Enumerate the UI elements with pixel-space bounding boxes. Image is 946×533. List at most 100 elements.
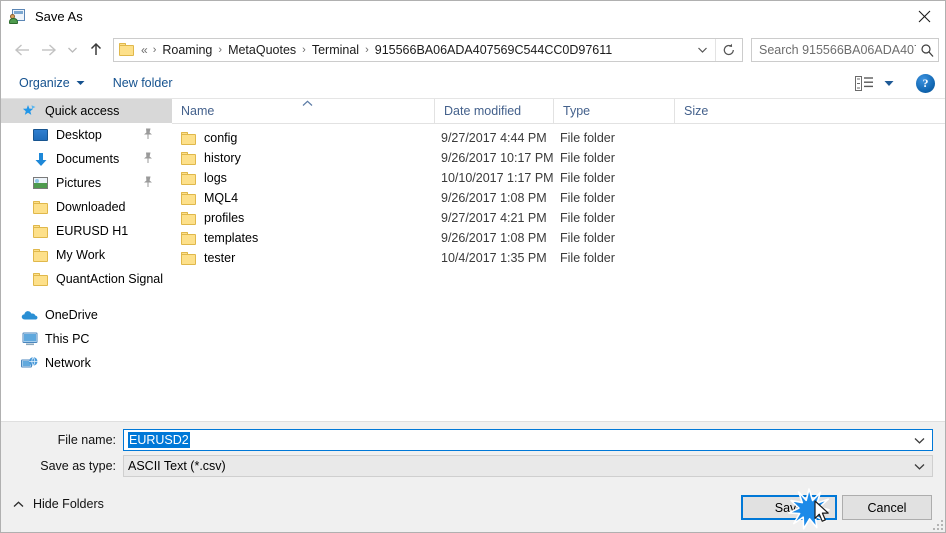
folder-icon bbox=[181, 231, 197, 245]
search-icon[interactable] bbox=[916, 43, 938, 57]
save-as-type-select[interactable]: ASCII Text (*.csv) bbox=[123, 455, 933, 477]
chevron-down-icon[interactable] bbox=[689, 46, 715, 54]
pin-icon[interactable] bbox=[143, 128, 153, 143]
forward-arrow-icon[interactable] bbox=[35, 37, 61, 63]
file-name-label: tester bbox=[204, 251, 236, 265]
address-bar[interactable]: « › Roaming › MetaQuotes › Terminal › 91… bbox=[113, 37, 743, 62]
breadcrumb-separator: › bbox=[152, 43, 157, 56]
table-row[interactable]: logs 10/10/2017 1:17 PM File folder bbox=[172, 168, 945, 188]
refresh-icon[interactable] bbox=[715, 38, 742, 61]
breadcrumb-item-current[interactable]: 915566BA06ADA407569C544CC0D97611 bbox=[375, 43, 612, 57]
table-row[interactable]: history 9/26/2017 10:17 PM File folder bbox=[172, 148, 945, 168]
sidebar-item-label: Desktop bbox=[56, 128, 102, 142]
file-name-label: history bbox=[204, 151, 241, 165]
save-button-label: Save bbox=[774, 500, 804, 515]
up-arrow-icon[interactable] bbox=[83, 37, 109, 63]
folder-icon bbox=[181, 151, 197, 165]
file-type-cell: File folder bbox=[560, 151, 615, 165]
file-date-cell: 9/27/2017 4:44 PM bbox=[441, 131, 547, 145]
table-row[interactable]: config 9/27/2017 4:44 PM File folder bbox=[172, 128, 945, 148]
sidebar-item-onedrive[interactable]: OneDrive bbox=[1, 303, 172, 327]
sidebar-item-documents[interactable]: Documents bbox=[1, 147, 172, 171]
breadcrumb-item-roaming[interactable]: Roaming bbox=[162, 43, 212, 57]
chevron-down-icon[interactable] bbox=[914, 463, 925, 470]
column-header-name[interactable]: Name bbox=[172, 99, 434, 123]
star-pin-icon bbox=[21, 103, 38, 119]
file-name-cell: logs bbox=[181, 171, 227, 185]
folder-icon bbox=[181, 251, 197, 265]
help-label: ? bbox=[922, 75, 929, 90]
cancel-button[interactable]: Cancel bbox=[842, 495, 932, 520]
chevron-down-icon[interactable] bbox=[914, 437, 925, 444]
table-row[interactable]: profiles 9/27/2017 4:21 PM File folder bbox=[172, 208, 945, 228]
table-row[interactable]: tester 10/4/2017 1:35 PM File folder bbox=[172, 248, 945, 268]
search-input[interactable]: Search 915566BA06ADA40756... bbox=[751, 37, 939, 62]
file-name-label: File name: bbox=[57, 433, 116, 447]
file-date-cell: 9/26/2017 10:17 PM bbox=[441, 151, 554, 165]
sidebar-item-quantaction-signal[interactable]: QuantAction Signal bbox=[1, 267, 172, 291]
folder-icon bbox=[181, 171, 197, 185]
sidebar-item-network[interactable]: Network bbox=[1, 351, 172, 375]
sidebar-item-label: Network bbox=[45, 356, 91, 370]
column-header-label: Size bbox=[684, 104, 709, 118]
file-name-cell: profiles bbox=[181, 211, 244, 225]
sort-ascending-icon bbox=[302, 96, 313, 110]
file-date-cell: 9/26/2017 1:08 PM bbox=[441, 191, 547, 205]
sidebar-item-this-pc[interactable]: This PC bbox=[1, 327, 172, 351]
folder-icon bbox=[32, 247, 49, 263]
breadcrumb-overflow[interactable]: « bbox=[141, 43, 148, 57]
caret-up-icon bbox=[13, 500, 24, 508]
file-date-cell: 9/26/2017 1:08 PM bbox=[441, 231, 547, 245]
help-icon[interactable]: ? bbox=[916, 73, 935, 93]
documents-icon bbox=[32, 151, 49, 167]
sidebar-item-label: Quick access bbox=[45, 104, 120, 118]
sidebar-item-desktop[interactable]: Desktop bbox=[1, 123, 172, 147]
save-button[interactable]: Save bbox=[741, 495, 837, 520]
column-header-size[interactable]: Size bbox=[674, 99, 753, 123]
folder-icon bbox=[181, 191, 197, 205]
new-folder-button[interactable]: New folder bbox=[106, 71, 180, 95]
resize-grip-icon[interactable] bbox=[931, 518, 943, 530]
sidebar-item-label: My Work bbox=[56, 248, 106, 262]
column-header-type[interactable]: Type bbox=[553, 99, 674, 123]
file-name-input[interactable]: EURUSD2 bbox=[123, 429, 933, 451]
window-title: Save As bbox=[35, 8, 83, 24]
file-name-label: profiles bbox=[204, 211, 245, 225]
column-header-label: Date modified bbox=[444, 104, 522, 118]
close-icon[interactable] bbox=[901, 1, 945, 31]
sidebar-item-quick-access[interactable]: Quick access bbox=[1, 99, 172, 123]
table-row[interactable]: MQL4 9/26/2017 1:08 PM File folder bbox=[172, 188, 945, 208]
folder-icon bbox=[32, 199, 49, 215]
sidebar-item-eurusd-h1[interactable]: EURUSD H1 bbox=[1, 219, 172, 243]
caret-down-icon[interactable] bbox=[884, 80, 894, 87]
view-layout-icon[interactable] bbox=[853, 74, 875, 92]
save-as-type-value: ASCII Text (*.csv) bbox=[128, 459, 226, 473]
file-name-cell: history bbox=[181, 151, 241, 165]
recent-locations-chevron-icon[interactable] bbox=[61, 37, 83, 63]
pin-icon[interactable] bbox=[143, 152, 153, 167]
column-header-label: Type bbox=[563, 104, 591, 118]
file-name-label: config bbox=[204, 131, 238, 145]
back-arrow-icon[interactable] bbox=[9, 37, 35, 63]
organize-button[interactable]: Organize bbox=[12, 71, 92, 95]
breadcrumb-item-terminal[interactable]: Terminal bbox=[312, 43, 359, 57]
sidebar-item-downloaded[interactable]: Downloaded bbox=[1, 195, 172, 219]
breadcrumb-separator: › bbox=[302, 43, 306, 56]
sidebar-item-pictures[interactable]: Pictures bbox=[1, 171, 172, 195]
folder-icon bbox=[181, 211, 197, 225]
column-header-date-modified[interactable]: Date modified bbox=[434, 99, 553, 123]
file-name-cell: tester bbox=[181, 251, 235, 265]
hide-folders-button[interactable]: Hide Folders bbox=[13, 497, 104, 511]
save-form: File name: EURUSD2 Save as type: ASCII T… bbox=[1, 421, 945, 490]
file-name-label: templates bbox=[204, 231, 259, 245]
navigation-bar: « › Roaming › MetaQuotes › Terminal › 91… bbox=[1, 31, 945, 68]
network-icon bbox=[21, 355, 38, 371]
pin-icon[interactable] bbox=[143, 176, 153, 191]
table-row[interactable]: templates 9/26/2017 1:08 PM File folder bbox=[172, 228, 945, 248]
file-list-pane: Name Date modified Type Size config 9/27… bbox=[172, 99, 945, 421]
breadcrumb-item-metaquotes[interactable]: MetaQuotes bbox=[228, 43, 296, 57]
sidebar-item-label: This PC bbox=[45, 332, 90, 346]
breadcrumb: « › Roaming › MetaQuotes › Terminal › 91… bbox=[141, 43, 612, 57]
sidebar-item-my-work[interactable]: My Work bbox=[1, 243, 172, 267]
